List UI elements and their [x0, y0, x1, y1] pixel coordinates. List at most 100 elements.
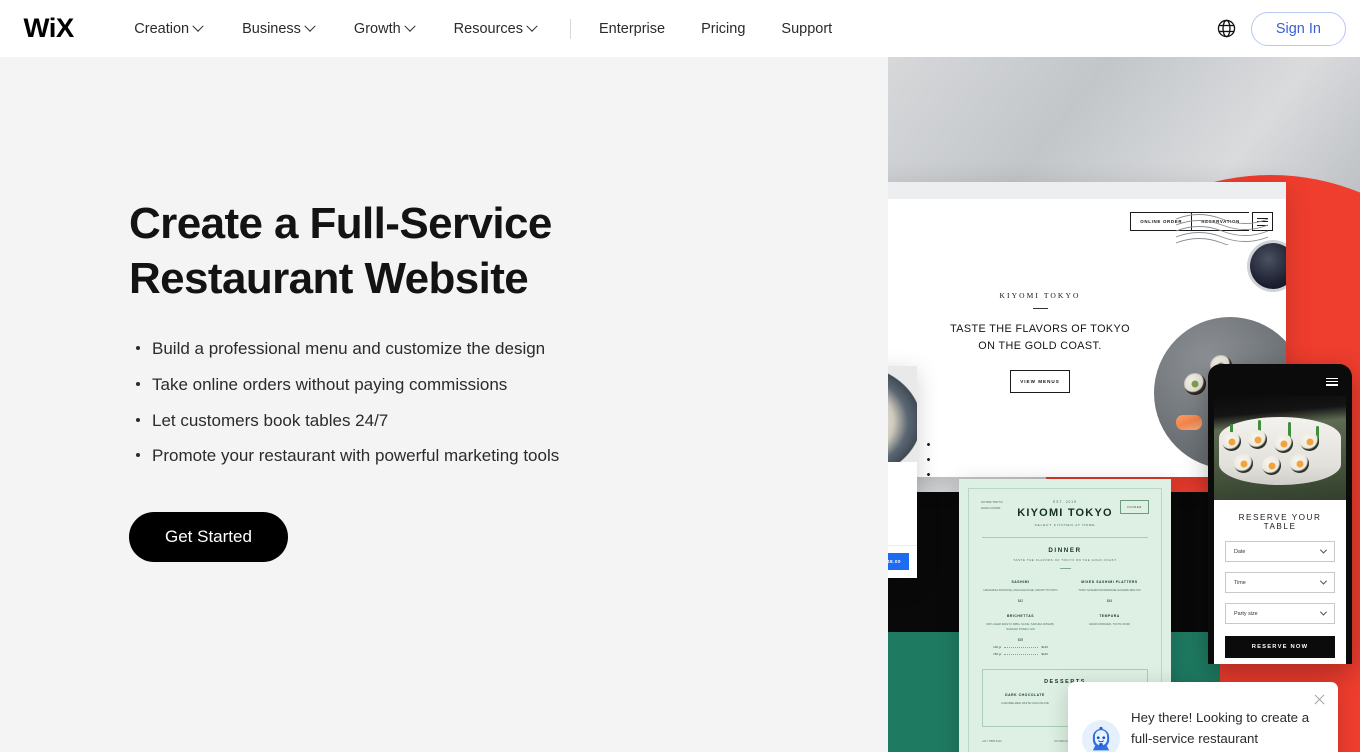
mock-eyebrow: KIYOMI TOKYO [999, 291, 1081, 300]
hamburger-icon[interactable] [1326, 378, 1338, 386]
close-icon[interactable] [1313, 693, 1326, 706]
dish-card-footer: − 1 + ADD TO MY ORDER $48.00 [888, 545, 917, 578]
chatbot-message: Hey there! Looking to create a full-serv… [1131, 710, 1310, 752]
headline-line-1: Create a Full-Service [129, 199, 552, 248]
sushi-roll-icon [1248, 430, 1267, 449]
hero-artwork: ULAY ONLINE ORDER RESERVATION [888, 57, 1360, 752]
menu-corner-line-1: KIYOMI TOKYO [981, 500, 1003, 504]
reservation-date-label: Date [1234, 548, 1246, 555]
divider [1059, 568, 1071, 569]
nav-menu-resources-label: Resources [453, 20, 523, 37]
menu-price-row-label: 100 gr [993, 644, 1002, 649]
menu-items-row-1: SASHIMI HIRAMASA KINGFISH, MACLCEVICHE, … [982, 580, 1148, 603]
sushi-roll-icon [1300, 432, 1319, 451]
menu-item: SASHIMI HIRAMASA KINGFISH, MACLCEVICHE, … [982, 580, 1059, 603]
reservation-date-select[interactable]: Date [1225, 541, 1335, 562]
dish-info: Beef Dim Sum $48 Succulent short ribs in… [888, 462, 917, 535]
reservation-party-size-label: Party size [1234, 610, 1258, 617]
sign-in-button[interactable]: Sign In [1250, 11, 1346, 46]
menu-item: DARK CHOCOLATE CARAMELIZED WHITE CHOCOLA… [991, 693, 1059, 716]
dish-order-card: Beef Dim Sum $48 Succulent short ribs in… [888, 366, 917, 579]
dotted-leader [1004, 646, 1039, 648]
divider [982, 537, 1148, 538]
menu-section-title: DINNER [1048, 547, 1082, 554]
menu-item-price: $45 [1106, 598, 1113, 603]
dish-description: Succulent short ribs in a traditional du… [888, 495, 907, 501]
menu-item-name: MIXED SASHIMI PLATTERS [1081, 580, 1138, 584]
menu-price-row-label: 150 gr [993, 651, 1002, 656]
sushi-roll-icon [1262, 456, 1281, 475]
reservation-party-size-select[interactable]: Party size [1225, 603, 1335, 624]
menu-subtitle: SELECT KITCHEN AT HOME [1034, 523, 1096, 527]
nav-link-pricing[interactable]: Pricing [683, 0, 763, 57]
reservation-time-select[interactable]: Time [1225, 572, 1335, 593]
get-started-button[interactable]: Get Started [129, 512, 288, 563]
chevron-down-icon [192, 20, 204, 32]
phone-mockup: RESERVE YOUR TABLE Date Time Party size … [1208, 364, 1352, 664]
chevron-down-icon [1319, 546, 1328, 554]
chevron-down-icon [1319, 608, 1328, 616]
add-to-order-button[interactable]: ADD TO MY ORDER $48.00 [888, 553, 909, 571]
menu-item-description: DRY-AGED WAGYU MB9+ SLICE, SAKURA WASABI… [986, 621, 1055, 631]
chevron-down-icon [304, 20, 316, 32]
reserve-now-button[interactable]: RESERVE NOW [1225, 636, 1335, 658]
nav-menu-growth[interactable]: Growth [334, 0, 434, 57]
divider [1032, 308, 1048, 309]
menu-item-name: BRICHETTAS [1006, 613, 1035, 618]
reservation-time-label: Time [1234, 579, 1246, 586]
menu-badge: DINNER [1120, 500, 1149, 514]
hero-section: Create a Full-Service Restaurant Website… [0, 57, 1360, 752]
top-navigation-bar: WiX Creation Business Growth Resources E… [0, 0, 1360, 57]
dish-price: $48 [888, 483, 907, 489]
chevron-down-icon [1319, 577, 1328, 585]
chatbot-icon [1092, 726, 1110, 751]
hero-copy-column: Create a Full-Service Restaurant Website… [129, 197, 669, 563]
menu-item-description: CARAMELIZED WHITE CHOCOLATE [1001, 700, 1049, 705]
nav-menu-business[interactable]: Business [222, 0, 334, 57]
list-item: Take online orders without paying commis… [129, 373, 669, 397]
menu-item-name: TEMPURA [1099, 613, 1120, 618]
list-item: Promote your restaurant with powerful ma… [129, 444, 669, 468]
nav-link-support[interactable]: Support [763, 0, 850, 57]
nav-menu-resources[interactable]: Resources [434, 0, 556, 57]
nav-menu-creation[interactable]: Creation [114, 0, 222, 57]
browser-chrome [888, 182, 1286, 199]
special-requests-input[interactable]: + Add them here. We'll do our best to ma… [888, 522, 907, 527]
nigiri-icon [1176, 415, 1202, 430]
hero-feature-list: Build a professional menu and customize … [129, 337, 669, 468]
menu-item: MIXED SASHIMI PLATTERS TORO SASHIMI MORI… [1071, 580, 1148, 603]
nav-link-enterprise[interactable]: Enterprise [581, 0, 683, 57]
maki-roll-icon [1184, 373, 1206, 395]
dotted-leader [1004, 653, 1039, 655]
view-menus-button[interactable]: VIEW MENUS [1010, 370, 1070, 394]
menu-item-description: HIRAMASA KINGFISH, MACLCEVICHE, CRISPY P… [983, 588, 1058, 592]
menu-item-price: $39 [1017, 637, 1024, 642]
sushi-roll-icon [1290, 454, 1309, 473]
list-item: Build a professional menu and customize … [129, 337, 669, 361]
nav-divider [569, 18, 571, 39]
chatbot-popup: Hey there! Looking to create a full-serv… [1068, 682, 1338, 752]
nav-menu-creation-label: Creation [134, 20, 190, 37]
menu-item-description: TORO SASHIMI MORIAWASE SASHIMI ZEN-SUI [1078, 588, 1141, 592]
page-title: Create a Full-Service Restaurant Website [129, 197, 669, 306]
main-nav-menus: Creation Business Growth Resources Enter… [114, 0, 850, 57]
dish-name: Beef Dim Sum [888, 471, 907, 480]
sushi-roll-icon [1222, 432, 1241, 451]
phone-hero-photo [1214, 396, 1346, 500]
top-right-actions: Sign In [1216, 11, 1346, 46]
mock-hero-center: KIYOMI TOKYO TASTE THE FLAVORS OF TOKYO … [950, 291, 1130, 394]
menu-price-row-value: $160 [1041, 651, 1048, 656]
globe-icon[interactable] [1216, 18, 1237, 39]
special-requests-label: Special requests? [888, 512, 907, 517]
chatbot-avatar [1082, 720, 1120, 752]
dish-photo [888, 366, 917, 462]
wix-logo[interactable]: WiX [24, 15, 75, 42]
menu-price-row: 150 gr $160 [982, 652, 1059, 656]
mock-tagline: TASTE THE FLAVORS OF TOKYO ON THE GOLD C… [950, 323, 1130, 352]
soy-sauce-bowl-image [1250, 243, 1286, 289]
menu-corner-line-2: GOLD COAST [981, 505, 1001, 510]
nav-menu-growth-label: Growth [353, 20, 401, 37]
sushi-roll-icon [1274, 434, 1293, 453]
menu-item: TEMPURA GRAIN MORAWA, TOOTH NORI [1071, 614, 1148, 656]
headline-line-2: Restaurant Website [129, 253, 529, 303]
